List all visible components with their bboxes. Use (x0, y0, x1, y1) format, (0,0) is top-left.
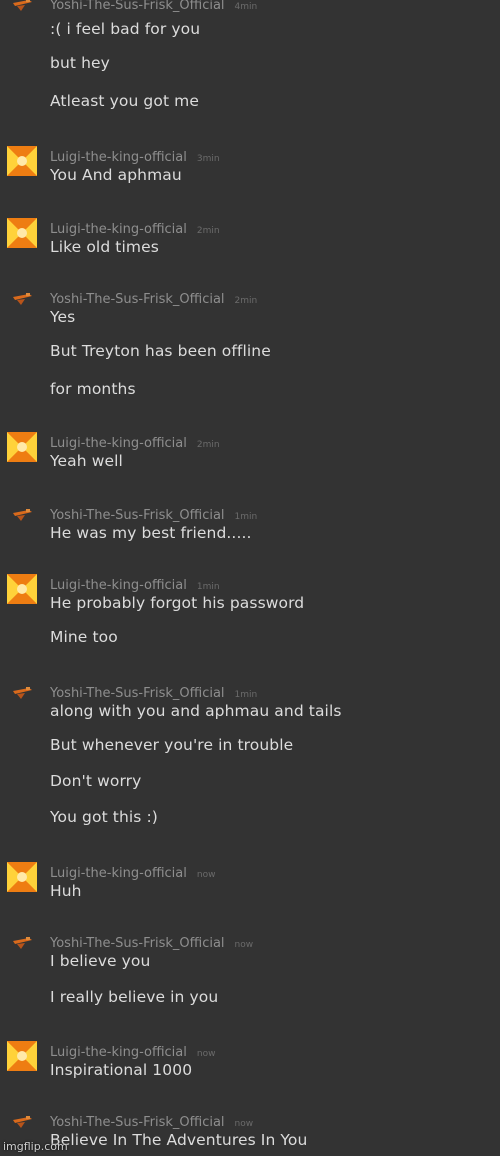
username[interactable]: Yoshi-The-Sus-Frisk_Official (50, 508, 225, 523)
yoshi-avatar[interactable] (7, 504, 37, 534)
timestamp: 1min (234, 690, 258, 700)
timestamp: now (234, 940, 254, 950)
message-text: He probably forgot his password (50, 594, 305, 612)
message-text: I believe you (50, 952, 151, 970)
message-text: for months (50, 380, 136, 398)
message-text: You And aphmau (50, 166, 182, 184)
username[interactable]: Yoshi-The-Sus-Frisk_Official (50, 0, 225, 13)
timestamp: 2min (196, 440, 220, 450)
message-header: Luigi-the-king-official 3min (50, 146, 220, 165)
timestamp: now (196, 1049, 216, 1059)
timestamp: 4min (234, 2, 258, 12)
message-header: Yoshi-The-Sus-Frisk_Official 4min (50, 0, 258, 13)
luigi-avatar[interactable] (7, 146, 37, 176)
luigi-avatar[interactable] (7, 574, 37, 604)
message-header: Luigi-the-king-official now (50, 862, 216, 881)
timestamp: 2min (196, 226, 220, 236)
message-text: Like old times (50, 238, 159, 256)
username[interactable]: Luigi-the-king-official (50, 866, 187, 881)
message-text: Don't worry (50, 772, 142, 790)
luigi-avatar[interactable] (7, 1041, 37, 1071)
yoshi-avatar[interactable] (7, 932, 37, 962)
timestamp: 1min (196, 582, 220, 592)
message-text: Yeah well (50, 452, 123, 470)
luigi-avatar[interactable] (7, 862, 37, 892)
message-text: But whenever you're in trouble (50, 736, 294, 754)
message-text: Mine too (50, 628, 118, 646)
username[interactable]: Luigi-the-king-official (50, 222, 187, 237)
timestamp: now (196, 870, 216, 880)
message-text: but hey (50, 54, 110, 72)
message-text: along with you and aphmau and tails (50, 702, 342, 720)
timestamp: now (234, 1119, 254, 1129)
chat-log: Yoshi-The-Sus-Frisk_Official 4min :( i fee… (0, 0, 500, 1156)
timestamp: 2min (234, 296, 258, 306)
message-header: Yoshi-The-Sus-Frisk_Official 2min (50, 288, 258, 307)
timestamp: 1min (234, 512, 258, 522)
message-header: Yoshi-The-Sus-Frisk_Official now (50, 932, 254, 951)
message-header: Yoshi-The-Sus-Frisk_Official 1min (50, 504, 258, 523)
yoshi-avatar[interactable] (7, 1111, 37, 1141)
message-text: Yes (50, 308, 76, 326)
message-text: Atleast you got me (50, 92, 199, 110)
message-text: :( i feel bad for you (50, 20, 201, 38)
message-text: I really believe in you (50, 988, 219, 1006)
message-text: Believe In The Adventures In You (50, 1131, 308, 1149)
luigi-avatar[interactable] (7, 218, 37, 248)
message-text: But Treyton has been offline (50, 342, 271, 360)
username[interactable]: Yoshi-The-Sus-Frisk_Official (50, 292, 225, 307)
username[interactable]: Luigi-the-king-official (50, 436, 187, 451)
message-header: Luigi-the-king-official 2min (50, 218, 220, 237)
username[interactable]: Luigi-the-king-official (50, 578, 187, 593)
message-text: Inspirational 1000 (50, 1061, 193, 1079)
message-header: Luigi-the-king-official now (50, 1041, 216, 1060)
username[interactable]: Luigi-the-king-official (50, 150, 187, 165)
message-header: Luigi-the-king-official 1min (50, 574, 220, 593)
message-text: He was my best friend..... (50, 524, 252, 542)
username[interactable]: Yoshi-The-Sus-Frisk_Official (50, 686, 225, 701)
yoshi-avatar[interactable] (7, 0, 37, 24)
message-header: Luigi-the-king-official 2min (50, 432, 220, 451)
message-header: Yoshi-The-Sus-Frisk_Official 1min (50, 682, 258, 701)
username[interactable]: Yoshi-The-Sus-Frisk_Official (50, 1115, 225, 1130)
username[interactable]: Yoshi-The-Sus-Frisk_Official (50, 936, 225, 951)
yoshi-avatar[interactable] (7, 682, 37, 712)
message-text: You got this :) (50, 808, 158, 826)
username[interactable]: Luigi-the-king-official (50, 1045, 187, 1060)
timestamp: 3min (196, 154, 220, 164)
message-header: Yoshi-The-Sus-Frisk_Official now (50, 1111, 254, 1130)
imgflip-watermark: imgflip.com (3, 1140, 68, 1153)
message-text: Huh (50, 882, 82, 900)
luigi-avatar[interactable] (7, 432, 37, 462)
yoshi-avatar[interactable] (7, 288, 37, 318)
